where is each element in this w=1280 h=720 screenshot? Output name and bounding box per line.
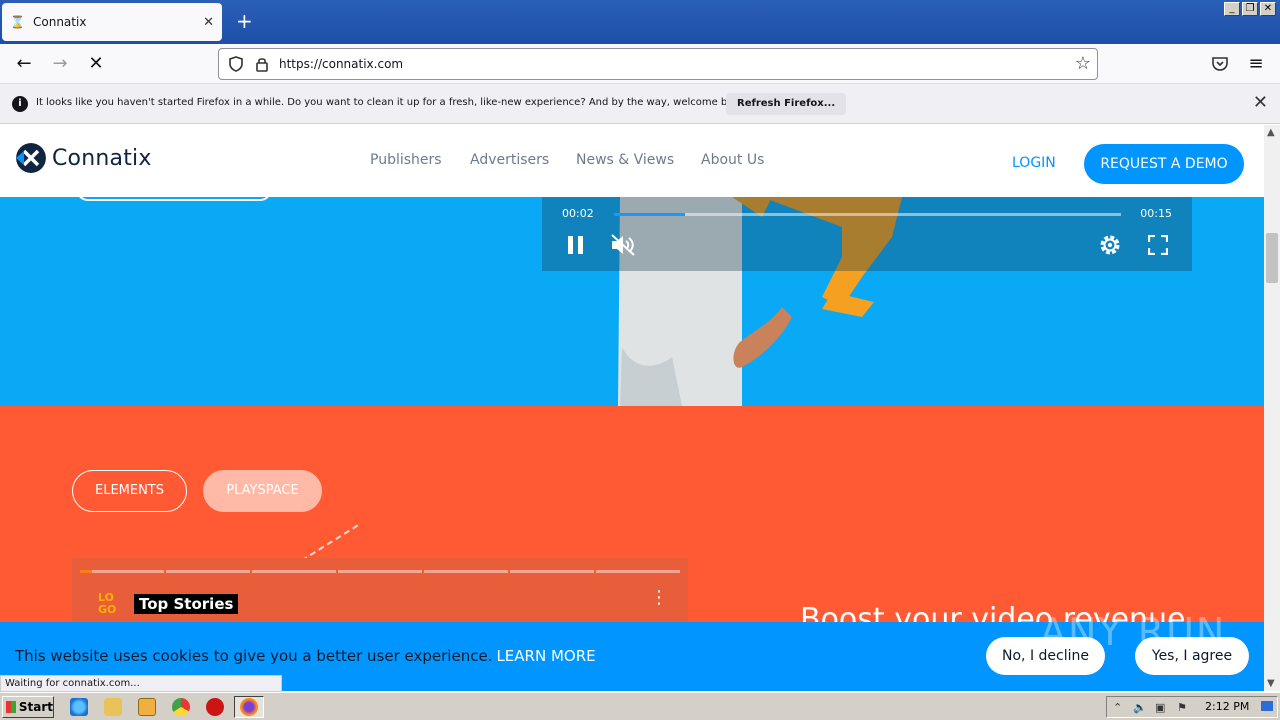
show-hidden-icons-icon[interactable]: ⌃ [1113, 701, 1122, 714]
volume-icon[interactable]: 🔈 [1133, 701, 1147, 714]
stop-loading-button[interactable]: ✕ [84, 52, 108, 76]
elements-tab[interactable]: ELEMENTS [72, 470, 187, 512]
more-options-icon[interactable]: ⋮ [650, 589, 668, 607]
scroll-down-arrow-icon[interactable]: ▼ [1267, 678, 1275, 689]
start-button[interactable]: Start [2, 696, 54, 718]
network-icon[interactable]: ▣ [1155, 701, 1165, 714]
settings-gear-icon[interactable] [1098, 233, 1122, 257]
story-progress-segment [424, 570, 508, 573]
chrome-icon[interactable] [172, 698, 190, 716]
story-progress-segment [338, 570, 422, 573]
anyrun-watermark: ANY RUN [1040, 610, 1227, 654]
fullscreen-icon[interactable] [1148, 235, 1168, 255]
story-progress-segment [596, 570, 680, 573]
publisher-logo-placeholder: LO GO [98, 591, 117, 616]
windows-taskbar: Start ⌃ 🔈 ▣ ⚑ 2:12 PM [0, 692, 1280, 720]
video-duration: 00:15 [1140, 207, 1172, 220]
connatix-logo[interactable]: Connatix [16, 143, 152, 173]
learn-more-link[interactable]: LEARN MORE [496, 647, 595, 665]
internet-explorer-icon[interactable] [70, 698, 88, 716]
tab-title: Connatix [33, 15, 87, 29]
cookie-message: This website uses cookies to give you a … [15, 647, 596, 665]
nav-publishers[interactable]: Publishers [370, 152, 442, 168]
hamburger-menu-icon[interactable]: ≡ [1244, 52, 1268, 76]
video-progress-fill [614, 213, 685, 216]
bookmark-star-icon[interactable]: ☆ [1075, 53, 1091, 74]
windows-flag-icon [6, 701, 16, 713]
story-progress-segment [510, 570, 594, 573]
notification-bar: i It looks like you haven't started Fire… [0, 84, 1280, 124]
story-progress-active [80, 570, 92, 573]
restore-button[interactable]: ❐ [1242, 2, 1258, 16]
action-center-flag-icon[interactable]: ⚑ [1177, 701, 1187, 714]
top-stories-label: Top Stories [134, 594, 239, 614]
story-progress-segment [166, 570, 250, 573]
url-bar[interactable]: https://connatix.com ☆ [218, 48, 1098, 80]
refresh-firefox-button[interactable]: Refresh Firefox... [726, 93, 847, 115]
firefox-taskbar-button[interactable] [234, 696, 264, 718]
window-controls: _ ❐ ✕ [1224, 2, 1276, 16]
nav-about-us[interactable]: About Us [701, 152, 764, 168]
minimize-button[interactable]: _ [1224, 2, 1240, 16]
taskbar-clock[interactable]: 2:12 PM [1205, 700, 1249, 713]
notification-message: It looks like you haven't started Firefo… [36, 97, 749, 108]
video-progress-bar[interactable] [614, 213, 1121, 216]
cookie-message-text: This website uses cookies to give you a … [15, 647, 493, 665]
pocket-icon[interactable] [1211, 56, 1229, 72]
web-page: Connatix Publishers Advertisers News & V… [0, 125, 1264, 691]
connatix-logo-icon [16, 143, 46, 173]
close-window-button[interactable]: ✕ [1260, 2, 1276, 16]
navigation-toolbar: ← → ✕ https://connatix.com ☆ ≡ [0, 44, 1280, 84]
info-icon: i [12, 96, 28, 112]
page-scrollbar[interactable]: ▲ ▼ [1264, 125, 1280, 691]
login-link[interactable]: LOGIN [1012, 155, 1056, 171]
story-progress-segment [80, 570, 164, 573]
media-player-icon[interactable] [138, 698, 156, 716]
nav-advertisers[interactable]: Advertisers [470, 152, 549, 168]
back-button[interactable]: ← [12, 52, 36, 76]
lock-icon[interactable] [253, 55, 271, 73]
firefox-icon [240, 698, 258, 716]
show-desktop-icon[interactable] [1261, 701, 1273, 711]
close-notification-icon[interactable]: ✕ [1253, 92, 1268, 113]
hourglass-icon: ⌛ [10, 15, 25, 29]
scrollbar-thumb[interactable] [1266, 233, 1278, 283]
status-bar: Waiting for connatix.com... [0, 675, 282, 692]
tab-strip: ⌛ Connatix ✕ + _ ❐ ✕ [0, 0, 1280, 44]
start-label: Start [18, 700, 53, 714]
shield-icon[interactable] [227, 55, 245, 73]
muted-speaker-icon[interactable] [610, 233, 636, 257]
pause-icon[interactable] [566, 235, 586, 255]
request-demo-button[interactable]: REQUEST A DEMO [1084, 144, 1244, 184]
playspace-tab[interactable]: PLAYSPACE [203, 470, 322, 512]
opera-icon[interactable] [206, 698, 224, 716]
tab-connatix[interactable]: ⌛ Connatix ✕ [2, 3, 222, 41]
site-header: Connatix Publishers Advertisers News & V… [0, 125, 1264, 197]
video-controls: 00:02 00:15 [542, 197, 1192, 271]
file-explorer-icon[interactable] [104, 698, 122, 716]
system-tray: ⌃ 🔈 ▣ ⚑ 2:12 PM [1106, 696, 1278, 718]
url-text[interactable]: https://connatix.com [279, 57, 403, 71]
story-progress-segment [252, 570, 336, 573]
close-tab-icon[interactable]: ✕ [203, 15, 214, 30]
logo-text: Connatix [52, 145, 152, 171]
video-elapsed: 00:02 [562, 207, 594, 220]
nav-news-views[interactable]: News & Views [576, 152, 674, 168]
new-tab-button[interactable]: + [236, 10, 253, 32]
scroll-up-arrow-icon[interactable]: ▲ [1267, 127, 1275, 138]
forward-button[interactable]: → [48, 52, 72, 76]
